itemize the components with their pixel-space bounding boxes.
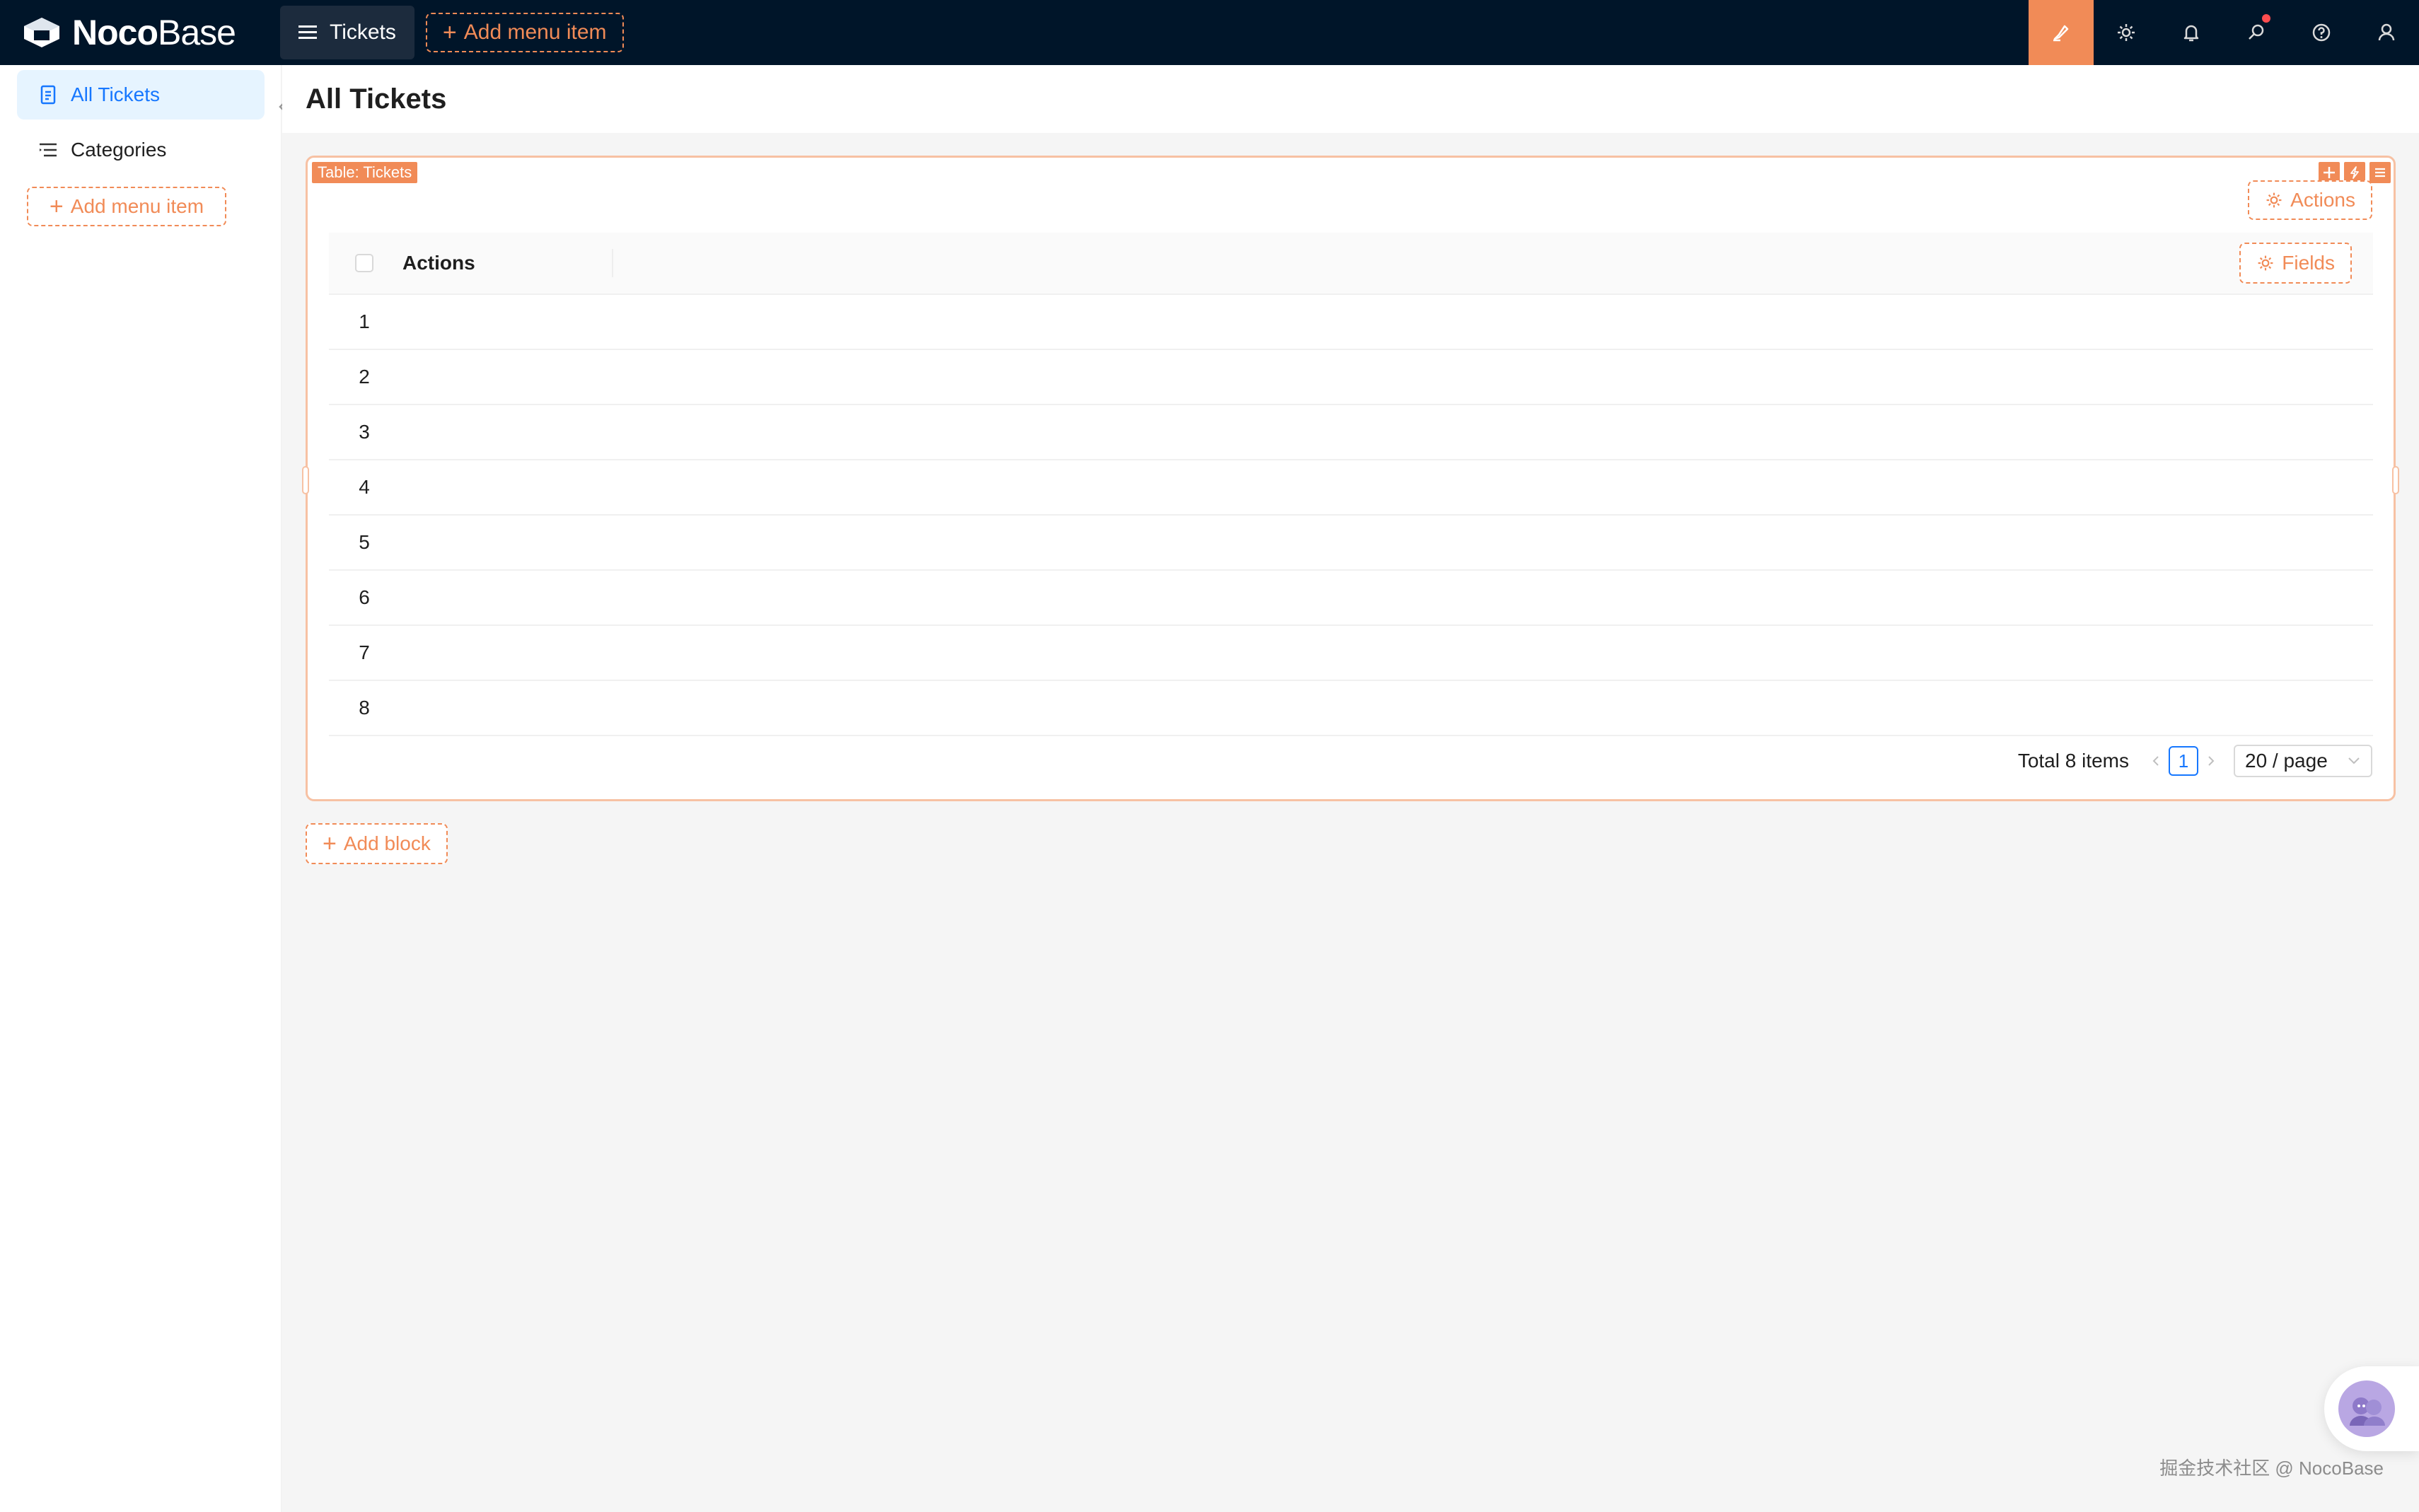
row-number: 6	[359, 586, 370, 608]
configure-actions-button[interactable]: Actions	[2248, 180, 2372, 220]
add-block-button[interactable]: + Add block	[306, 823, 448, 864]
sidebar-item-all-tickets[interactable]: All Tickets	[17, 70, 265, 120]
table-row[interactable]: 8	[329, 681, 2373, 736]
bell-icon	[2183, 25, 2199, 42]
table-header: Actions Fields	[329, 233, 2373, 295]
page-size-value: 20 / page	[2245, 750, 2328, 772]
notification-dot	[2262, 14, 2270, 23]
brand-name-bold: Noco	[72, 13, 158, 52]
row-number: 5	[359, 531, 370, 553]
help-icon	[2312, 23, 2331, 42]
sidebar: All Tickets Categories + Add menu item	[0, 65, 282, 1512]
settings-icon	[2266, 192, 2282, 208]
lightning-icon	[2350, 166, 2359, 179]
page-header: All Tickets	[282, 65, 2419, 133]
next-page-button[interactable]	[2198, 750, 2224, 772]
ui-editor-icon	[2053, 25, 2069, 42]
floating-assistant-button[interactable]	[2324, 1366, 2419, 1451]
user-icon	[2378, 23, 2395, 41]
menu-icon	[298, 25, 317, 40]
search-icon	[2249, 24, 2264, 40]
user-button[interactable]	[2354, 0, 2419, 65]
top-right-toolbar	[2029, 0, 2419, 65]
tickets-table: Actions Fields 1 2 3 4 5 6 7 8	[329, 233, 2373, 736]
plus-icon: +	[49, 193, 64, 220]
assistant-avatar	[2338, 1380, 2395, 1437]
table-row[interactable]: 7	[329, 626, 2373, 681]
table-block: Table: Tickets Actions Actions Fields 1 …	[302, 156, 2399, 801]
file-icon	[38, 85, 58, 105]
top-menu-tickets[interactable]: Tickets	[280, 6, 414, 59]
top-menu-label: Tickets	[330, 21, 396, 44]
table-row[interactable]: 5	[329, 516, 2373, 571]
row-number: 3	[359, 421, 370, 443]
table-row[interactable]: 1	[329, 295, 2373, 350]
row-number: 7	[359, 641, 370, 663]
chevron-right-icon	[2208, 756, 2215, 766]
block-resize-handle-right[interactable]	[2392, 466, 2399, 494]
sidebar-item-label: Categories	[71, 139, 167, 161]
table-row[interactable]: 3	[329, 405, 2373, 460]
nocobase-logo-icon	[24, 18, 59, 47]
brand-name-light: Base	[158, 13, 236, 52]
assistant-avatar-icon	[2350, 1397, 2385, 1426]
page-number-button[interactable]: 1	[2169, 746, 2198, 776]
block-settings-menu-button[interactable]	[2369, 162, 2391, 183]
chevron-down-icon	[2348, 757, 2360, 764]
add-menu-item-sidebar-label: Add menu item	[70, 195, 204, 217]
column-divider	[612, 249, 613, 277]
configure-fields-button[interactable]: Fields	[2239, 243, 2352, 284]
add-block-label: Add block	[343, 832, 431, 854]
top-navigation-bar: NocoBase Tickets + Add menu item	[0, 0, 2419, 65]
table-row[interactable]: 2	[329, 350, 2373, 405]
move-icon	[2324, 167, 2335, 178]
settings-button[interactable]	[2094, 0, 2159, 65]
notifications-button[interactable]	[2159, 0, 2224, 65]
column-header-actions[interactable]: Actions	[400, 252, 612, 274]
configure-actions-label: Actions	[2290, 189, 2355, 211]
row-number: 8	[359, 697, 370, 719]
select-all-checkbox[interactable]	[355, 254, 373, 272]
block-type-tag: Table: Tickets	[312, 162, 418, 183]
sidebar-item-categories[interactable]: Categories	[17, 125, 265, 175]
row-number: 1	[359, 310, 370, 332]
block-resize-handle-left[interactable]	[302, 466, 309, 494]
add-menu-item-top-label: Add menu item	[463, 21, 607, 44]
brand-name: NocoBase	[72, 12, 236, 53]
page-size-select[interactable]: 20 / page	[2234, 745, 2372, 777]
page-title: All Tickets	[306, 83, 447, 115]
search-button[interactable]	[2224, 0, 2289, 65]
table-row[interactable]: 6	[329, 571, 2373, 626]
settings-icon	[2258, 255, 2273, 271]
row-number: 4	[359, 476, 370, 498]
brand-logo[interactable]: NocoBase	[0, 0, 280, 65]
settings-icon	[2118, 24, 2135, 41]
pagination-total: Total 8 items	[2017, 750, 2129, 772]
ui-editor-button[interactable]	[2029, 0, 2094, 65]
menu-icon	[2375, 168, 2385, 178]
chevron-left-icon	[2152, 756, 2159, 766]
add-menu-item-top-button[interactable]: + Add menu item	[425, 13, 624, 52]
plus-icon: +	[442, 19, 457, 46]
pagination: Total 8 items 1 20 / page	[2018, 745, 2372, 777]
help-button[interactable]	[2289, 0, 2354, 65]
list-icon	[38, 140, 58, 160]
configure-fields-label: Fields	[2282, 252, 2335, 274]
add-menu-item-sidebar-button[interactable]: + Add menu item	[27, 187, 226, 226]
prev-page-button[interactable]	[2143, 750, 2169, 772]
row-number: 2	[359, 366, 370, 388]
table-row[interactable]: 4	[329, 460, 2373, 516]
plus-icon: +	[323, 830, 337, 857]
sidebar-item-label: All Tickets	[71, 83, 161, 105]
watermark: 掘金技术社区 @ NocoBase	[2159, 1458, 2384, 1479]
select-all-cell	[329, 254, 400, 272]
